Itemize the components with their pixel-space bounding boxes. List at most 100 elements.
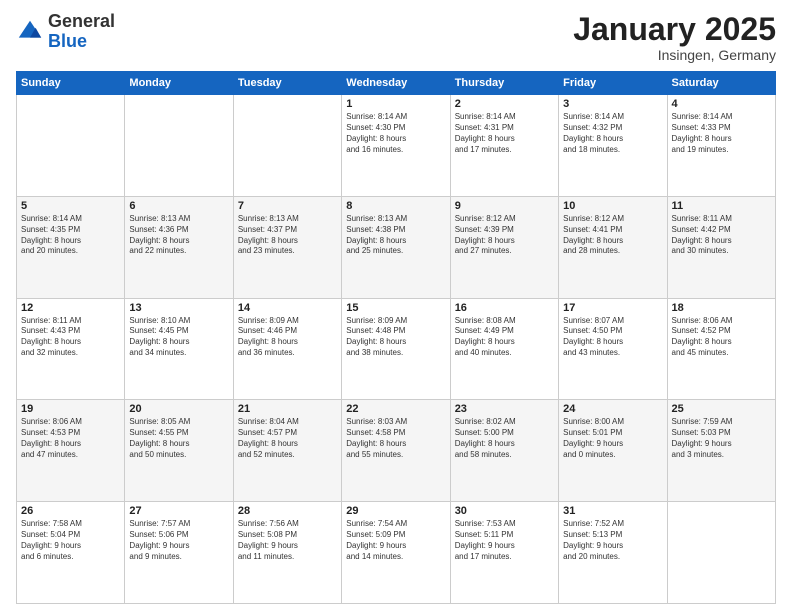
calendar-cell: 10Sunrise: 8:12 AM Sunset: 4:41 PM Dayli… — [559, 196, 667, 298]
calendar-cell: 4 Sunrise: 8:14 AM Sunset: 4:33 PM Daylig… — [667, 95, 775, 197]
calendar-cell: 18 Sunrise: 8:06 AM Sunset: 4:52 PM Dayli… — [667, 298, 775, 400]
day-number: 19 — [21, 403, 120, 415]
day-info: Sunrise: 7:57 AM Sunset: 5:06 PM Dayligh… — [129, 519, 228, 562]
day-number: 4 — [672, 98, 771, 110]
day-info: Sunrise: 7:52 AM Sunset: 5:13 PM Dayligh… — [563, 519, 662, 562]
day-info: Sunrise: 8:13 AM Sunset: 4:37 PM Dayligh… — [238, 214, 337, 257]
day-info: Sunrise: 8:05 AM Sunset: 4:55 PM Dayligh… — [129, 417, 228, 460]
day-info: Sunrise: 8:14 AM Sunset: 4:33 PM Dayligh… — [672, 112, 771, 155]
day-info: Sunrise: 8:04 AM Sunset: 4:57 PM Dayligh… — [238, 417, 337, 460]
page: General Blue January 2025 Insingen, Germ… — [0, 0, 792, 612]
day-number: 26 — [21, 505, 120, 517]
day-number: 9 — [455, 200, 554, 212]
calendar-cell: 27 Sunrise: 7:57 AM Sunset: 5:06 PM Dayli… — [125, 502, 233, 604]
title-block: January 2025 Insingen, Germany — [573, 12, 776, 63]
day-number: 15 — [346, 302, 445, 314]
day-number: 22 — [346, 403, 445, 415]
day-number: 25 — [672, 403, 771, 415]
calendar-cell — [233, 95, 341, 197]
col-thursday: Thursday — [450, 72, 558, 95]
day-number: 3 — [563, 98, 662, 110]
logo: General Blue — [16, 12, 115, 52]
calendar-week-1: 1Sunrise: 8:14 AM Sunset: 4:30 PM Daylig… — [17, 95, 776, 197]
calendar-cell — [667, 502, 775, 604]
day-info: Sunrise: 8:11 AM Sunset: 4:43 PM Dayligh… — [21, 316, 120, 359]
calendar-cell: 24 Sunrise: 8:00 AM Sunset: 5:01 PM Dayli… — [559, 400, 667, 502]
calendar-week-4: 19 Sunrise: 8:06 AM Sunset: 4:53 PM Dayli… — [17, 400, 776, 502]
day-number: 20 — [129, 403, 228, 415]
calendar-cell: 21 Sunrise: 8:04 AM Sunset: 4:57 PM Dayli… — [233, 400, 341, 502]
day-info: Sunrise: 8:06 AM Sunset: 4:52 PM Dayligh… — [672, 316, 771, 359]
day-number: 7 — [238, 200, 337, 212]
day-number: 1 — [346, 98, 445, 110]
month-title: January 2025 — [573, 12, 776, 47]
col-monday: Monday — [125, 72, 233, 95]
day-info: Sunrise: 8:09 AM Sunset: 4:48 PM Dayligh… — [346, 316, 445, 359]
calendar-cell — [125, 95, 233, 197]
calendar-table: Sunday Monday Tuesday Wednesday Thursday… — [16, 71, 776, 604]
calendar-cell: 9 Sunrise: 8:12 AM Sunset: 4:39 PM Daylig… — [450, 196, 558, 298]
col-friday: Friday — [559, 72, 667, 95]
day-number: 8 — [346, 200, 445, 212]
day-info: Sunrise: 7:56 AM Sunset: 5:08 PM Dayligh… — [238, 519, 337, 562]
location-subtitle: Insingen, Germany — [573, 47, 776, 63]
calendar-cell: 29Sunrise: 7:54 AM Sunset: 5:09 PM Dayli… — [342, 502, 450, 604]
logo-blue-text: Blue — [48, 31, 87, 51]
calendar-week-2: 5Sunrise: 8:14 AM Sunset: 4:35 PM Daylig… — [17, 196, 776, 298]
col-saturday: Saturday — [667, 72, 775, 95]
day-info: Sunrise: 8:12 AM Sunset: 4:41 PM Dayligh… — [563, 214, 662, 257]
day-number: 30 — [455, 505, 554, 517]
calendar-cell: 22 Sunrise: 8:03 AM Sunset: 4:58 PM Dayli… — [342, 400, 450, 502]
day-number: 27 — [129, 505, 228, 517]
calendar-cell: 2 Sunrise: 8:14 AM Sunset: 4:31 PM Daylig… — [450, 95, 558, 197]
day-info: Sunrise: 8:08 AM Sunset: 4:49 PM Dayligh… — [455, 316, 554, 359]
day-number: 11 — [672, 200, 771, 212]
day-number: 28 — [238, 505, 337, 517]
calendar-cell: 1Sunrise: 8:14 AM Sunset: 4:30 PM Daylig… — [342, 95, 450, 197]
day-number: 2 — [455, 98, 554, 110]
calendar-cell: 28 Sunrise: 7:56 AM Sunset: 5:08 PM Dayli… — [233, 502, 341, 604]
logo-text: General Blue — [48, 12, 115, 52]
day-number: 5 — [21, 200, 120, 212]
day-info: Sunrise: 8:12 AM Sunset: 4:39 PM Dayligh… — [455, 214, 554, 257]
day-number: 31 — [563, 505, 662, 517]
day-number: 18 — [672, 302, 771, 314]
day-info: Sunrise: 7:59 AM Sunset: 5:03 PM Dayligh… — [672, 417, 771, 460]
logo-general-text: General — [48, 11, 115, 31]
day-info: Sunrise: 8:06 AM Sunset: 4:53 PM Dayligh… — [21, 417, 120, 460]
logo-icon — [16, 18, 44, 46]
day-info: Sunrise: 8:14 AM Sunset: 4:31 PM Dayligh… — [455, 112, 554, 155]
day-number: 12 — [21, 302, 120, 314]
day-info: Sunrise: 8:10 AM Sunset: 4:45 PM Dayligh… — [129, 316, 228, 359]
calendar-cell: 31 Sunrise: 7:52 AM Sunset: 5:13 PM Dayli… — [559, 502, 667, 604]
day-number: 14 — [238, 302, 337, 314]
calendar-header-row: Sunday Monday Tuesday Wednesday Thursday… — [17, 72, 776, 95]
calendar-cell: 26Sunrise: 7:58 AM Sunset: 5:04 PM Dayli… — [17, 502, 125, 604]
day-number: 23 — [455, 403, 554, 415]
calendar-cell: 12 Sunrise: 8:11 AM Sunset: 4:43 PM Dayli… — [17, 298, 125, 400]
calendar-cell: 16Sunrise: 8:08 AM Sunset: 4:49 PM Dayli… — [450, 298, 558, 400]
day-info: Sunrise: 8:14 AM Sunset: 4:32 PM Dayligh… — [563, 112, 662, 155]
day-info: Sunrise: 8:07 AM Sunset: 4:50 PM Dayligh… — [563, 316, 662, 359]
calendar-cell: 17Sunrise: 8:07 AM Sunset: 4:50 PM Dayli… — [559, 298, 667, 400]
day-info: Sunrise: 8:02 AM Sunset: 5:00 PM Dayligh… — [455, 417, 554, 460]
calendar-cell: 25 Sunrise: 7:59 AM Sunset: 5:03 PM Dayli… — [667, 400, 775, 502]
day-info: Sunrise: 8:00 AM Sunset: 5:01 PM Dayligh… — [563, 417, 662, 460]
day-info: Sunrise: 8:03 AM Sunset: 4:58 PM Dayligh… — [346, 417, 445, 460]
calendar-cell: 5Sunrise: 8:14 AM Sunset: 4:35 PM Daylig… — [17, 196, 125, 298]
day-number: 13 — [129, 302, 228, 314]
day-info: Sunrise: 8:13 AM Sunset: 4:38 PM Dayligh… — [346, 214, 445, 257]
calendar-week-5: 26Sunrise: 7:58 AM Sunset: 5:04 PM Dayli… — [17, 502, 776, 604]
day-number: 6 — [129, 200, 228, 212]
calendar-cell: 8 Sunrise: 8:13 AM Sunset: 4:38 PM Daylig… — [342, 196, 450, 298]
day-number: 21 — [238, 403, 337, 415]
header: General Blue January 2025 Insingen, Germ… — [16, 12, 776, 63]
calendar-cell: 6Sunrise: 8:13 AM Sunset: 4:36 PM Daylig… — [125, 196, 233, 298]
col-wednesday: Wednesday — [342, 72, 450, 95]
calendar-cell: 3 Sunrise: 8:14 AM Sunset: 4:32 PM Daylig… — [559, 95, 667, 197]
calendar-cell: 30Sunrise: 7:53 AM Sunset: 5:11 PM Dayli… — [450, 502, 558, 604]
day-number: 24 — [563, 403, 662, 415]
calendar-cell — [17, 95, 125, 197]
calendar-cell: 7 Sunrise: 8:13 AM Sunset: 4:37 PM Daylig… — [233, 196, 341, 298]
day-info: Sunrise: 8:09 AM Sunset: 4:46 PM Dayligh… — [238, 316, 337, 359]
